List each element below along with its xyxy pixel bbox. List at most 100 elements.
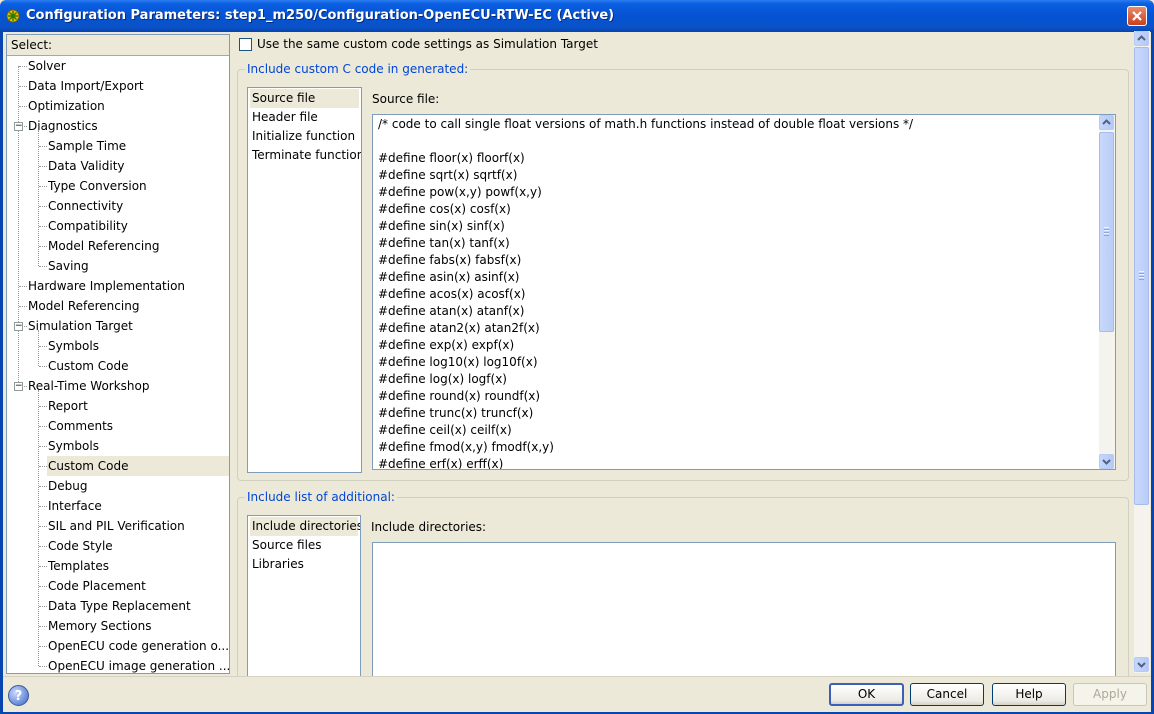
tree-item-label: Templates [48,559,110,573]
tree-item-label: Optimization [28,99,105,113]
tree-item-label: Debug [48,479,88,493]
code-line: #define log10(x) log10f(x) [378,355,538,369]
tree-item[interactable]: Debug [47,476,87,496]
tree-item[interactable]: Sample Time [47,136,126,156]
tree-connector [39,206,47,207]
tree-item-label: OpenECU image generation ... [48,659,230,673]
code-line: #define tan(x) tanf(x) [378,236,510,250]
tree-connector [39,526,47,527]
tree-item[interactable]: Symbols [47,436,99,456]
tree-item[interactable]: Model Referencing [47,236,159,256]
tree-item-label: Model Referencing [48,239,160,253]
tree-item[interactable]: Data Validity [47,156,125,176]
collapse-toggle-icon[interactable]: − [14,122,23,131]
section-list-item[interactable]: Terminate function [250,146,362,165]
page-scroll-thumb[interactable] [1134,47,1149,505]
tree-item[interactable]: Compatibility [47,216,128,236]
code-line: #define ceil(x) ceilf(x) [378,423,512,437]
help-icon[interactable]: ? [8,685,29,706]
scroll-thumb[interactable] [1099,132,1114,332]
tree-connector [39,246,47,247]
tree-item[interactable]: Solver [27,56,66,76]
close-button[interactable] [1127,6,1147,26]
tree-item[interactable]: OpenECU image generation ... [47,656,230,673]
code-line: #define fmod(x,y) fmodf(x,y) [378,440,554,454]
code-line: #define exp(x) expf(x) [378,338,515,352]
tree-item[interactable]: Diagnostics [27,116,98,136]
scroll-up-button[interactable] [1099,115,1114,130]
include-directories-label: Include directories: [371,520,487,534]
source-file-editor[interactable]: /* code to call single float versions of… [372,114,1116,470]
tree-connector [39,646,47,647]
tree-item[interactable]: Type Conversion [47,176,147,196]
tree-connector [19,86,27,87]
include-list-item-label: Include directories [252,519,361,533]
tree-item-label: Hardware Implementation [28,279,186,293]
include-list-item[interactable]: Include directories [250,517,361,536]
tree-item-label: Simulation Target [28,319,133,333]
code-line: #define acos(x) acosf(x) [378,287,526,301]
tree-item[interactable]: Custom Code [47,356,129,376]
cancel-button[interactable]: Cancel [910,683,984,706]
tree-item[interactable]: Templates [47,556,109,576]
page-scroll-up-button[interactable] [1134,31,1149,46]
title-bar: Configuration Parameters: step1_m250/Con… [0,0,1154,32]
include-section-list[interactable]: Include directories Source files Libraries [247,515,361,679]
tree-item[interactable]: OpenECU code generation o... [47,636,229,656]
tree-item[interactable]: Report [47,396,88,416]
scroll-grip [1104,233,1109,236]
tree-item[interactable]: Custom Code [47,456,229,476]
code-line: #define sqrt(x) sqrtf(x) [378,168,518,182]
section-list-item-label: Terminate function [252,148,362,162]
code-line: #define erf(x) erff(x) [378,457,504,470]
tree-connector [19,286,27,287]
tree-item[interactable]: Comments [47,416,113,436]
scroll-down-button[interactable] [1099,454,1114,469]
include-list-item-label: Libraries [252,557,304,571]
tree-item-label: Code Style [48,539,113,553]
code-line: #define round(x) roundf(x) [378,389,541,403]
tree-item[interactable]: Real-Time Workshop [27,376,149,396]
include-directories-editor[interactable] [372,542,1116,678]
tree-item[interactable]: Memory Sections [47,616,151,636]
help-button[interactable]: Help [992,683,1066,706]
tree-item[interactable]: SIL and PIL Verification [47,516,185,536]
tree-item[interactable]: Data Type Replacement [47,596,191,616]
same-settings-label: Use the same custom code settings as Sim… [257,37,598,51]
close-icon [1132,11,1142,21]
tree-item-label: Data Import/Export [28,79,144,93]
collapse-toggle-icon[interactable]: − [14,322,23,331]
tree-item[interactable]: Model Referencing [27,296,139,316]
editor-scrollbar[interactable] [1099,115,1115,469]
section-list-item[interactable]: Header file [250,108,359,127]
custom-code-group-title: Include custom C code in generated: [245,62,471,76]
tree-item[interactable]: Interface [47,496,102,516]
code-line: #define floor(x) floorf(x) [378,151,525,165]
tree-item[interactable]: Code Placement [47,576,146,596]
tree-item[interactable]: Data Import/Export [27,76,144,96]
tree-item[interactable]: Symbols [47,336,99,356]
section-list-item[interactable]: Source file [250,89,359,108]
tree-connector [39,606,47,607]
page-scroll-down-button[interactable] [1134,657,1149,672]
chevron-down-icon [1137,662,1146,668]
apply-button[interactable]: Apply [1073,683,1147,706]
collapse-toggle-icon[interactable]: − [14,382,23,391]
page-scrollbar[interactable] [1134,31,1150,673]
tree-item[interactable]: Code Style [47,536,113,556]
ok-button[interactable]: OK [829,683,904,706]
tree-item-label: Sample Time [48,139,127,153]
code-line: #define pow(x,y) powf(x,y) [378,185,542,199]
include-list-item[interactable]: Source files [250,536,358,555]
tree-item[interactable]: Connectivity [47,196,123,216]
tree-item[interactable]: Optimization [27,96,105,116]
custom-code-section-list[interactable]: Source file Header file Initialize functio… [247,87,362,473]
config-tree[interactable]: Select: Solver Data Import/Export Optimiza… [6,34,230,674]
same-settings-checkbox[interactable] [239,38,252,51]
tree-connector [39,346,47,347]
section-list-item[interactable]: Initialize function [250,127,359,146]
tree-item[interactable]: Hardware Implementation [27,276,185,296]
include-list-item[interactable]: Libraries [250,555,358,574]
tree-item[interactable]: Simulation Target [27,316,133,336]
tree-item[interactable]: Saving [47,256,89,276]
